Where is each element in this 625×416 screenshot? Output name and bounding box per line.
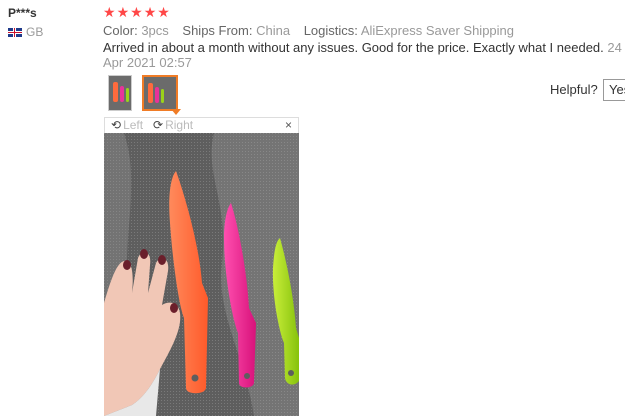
- ships-from-value: China: [256, 23, 291, 38]
- rotate-right-label: Right: [165, 118, 194, 132]
- star-icon: ★: [130, 4, 143, 20]
- review-photo: [104, 133, 299, 416]
- close-viewer-button[interactable]: ×: [285, 118, 292, 133]
- country-code: GB: [26, 25, 44, 39]
- image-viewer-toolbar: ⟲ Left ⟳ Right ×: [104, 117, 299, 134]
- star-icon: ★: [116, 4, 130, 20]
- review-thumbnails: [108, 75, 178, 111]
- rotate-right-button[interactable]: ⟳ Right: [153, 118, 193, 133]
- uk-flag-icon: [8, 27, 22, 37]
- logistics-value: AliExpress Saver Shipping: [360, 23, 515, 38]
- rotate-left-icon: ⟲: [111, 118, 122, 132]
- logistics-label: Logistics:: [303, 23, 358, 38]
- color-label: Color:: [103, 23, 138, 38]
- star-icon: ★: [143, 4, 157, 20]
- review-body: Arrived in about a month without any iss…: [103, 40, 625, 70]
- order-meta: Color: 3pcs Ships From: China Logistics:…: [103, 23, 514, 38]
- reviewer-name: P***s: [8, 6, 37, 20]
- star-icon: ★: [103, 4, 116, 20]
- color-value: 3pcs: [141, 23, 169, 38]
- rotate-left-label: Left: [123, 118, 144, 132]
- rotate-left-button[interactable]: ⟲ Left: [111, 118, 143, 133]
- star-icon: ★: [157, 4, 170, 20]
- rotate-right-icon: ⟳: [153, 118, 164, 132]
- active-thumbnail-pointer: [171, 109, 181, 115]
- helpful-yes-button[interactable]: Yes: [603, 79, 625, 101]
- review-text: Arrived in about a month without any iss…: [103, 40, 604, 55]
- helpful-label: Helpful?: [550, 82, 598, 97]
- review-thumbnail-active[interactable]: [142, 75, 178, 111]
- star-rating: ★ ★ ★ ★ ★: [103, 5, 170, 19]
- ships-from-label: Ships From:: [182, 23, 253, 38]
- review-photo-image: [104, 133, 299, 416]
- review-thumbnail[interactable]: [108, 75, 132, 111]
- reviewer-country: GB: [8, 25, 43, 39]
